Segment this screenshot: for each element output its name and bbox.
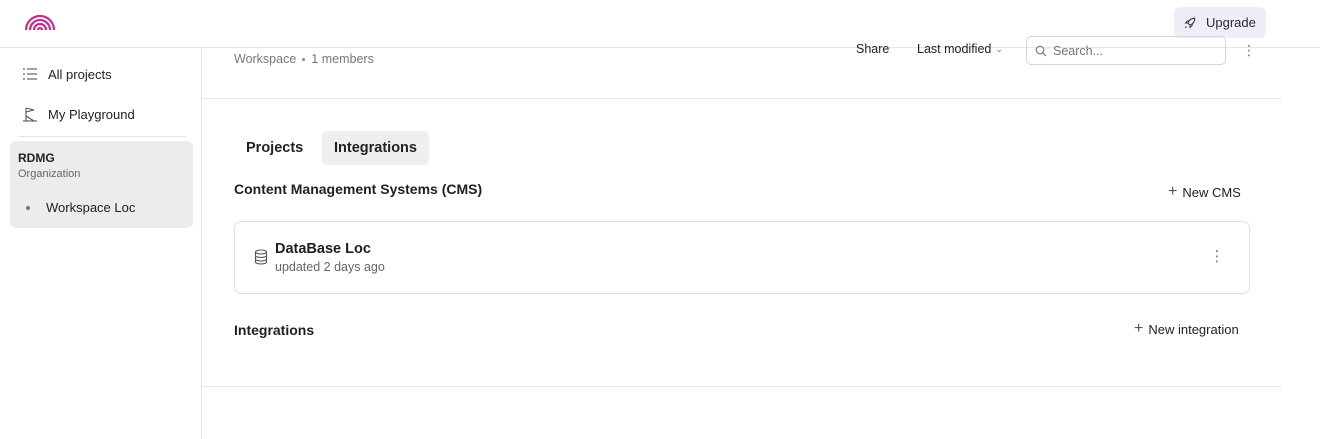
rocket-icon [1184,17,1196,28]
playground-icon [23,107,37,122]
sort-dropdown[interactable]: Last modified ⌄ [917,42,1003,56]
workspace-item[interactable]: Workspace Loc [26,200,135,215]
workspace-type: Workspace [234,52,297,66]
sidebar-item-all-projects[interactable]: All projects [10,58,192,90]
sidebar-divider [18,136,186,137]
cms-name: DataBase Loc [275,241,371,257]
cms-card[interactable]: DataBase Loc updated 2 days ago ⋮ [234,221,1250,294]
plus-icon: + [1168,183,1178,200]
workspace-meta: Workspace 1 members [234,52,374,66]
workspace-header: Workspace 1 members Share Last modified … [202,36,1282,99]
tab-integrations[interactable]: Integrations [322,131,429,165]
cms-updated: updated 2 days ago [275,260,385,274]
separator-dot [302,57,306,61]
more-options-icon[interactable]: ⋮ [1242,42,1256,59]
chevron-down-icon: ⌄ [995,43,1003,54]
rainbow-logo-icon[interactable] [24,12,56,32]
org-name: RDMG [18,151,55,165]
plus-icon: + [1134,320,1144,337]
sidebar-item-label: My Playground [48,106,135,122]
organization-panel: RDMG Organization Workspace Loc [10,141,193,228]
sidebar: All projects My Playground RDMG Organiza… [0,48,202,439]
sidebar-item-my-playground[interactable]: My Playground [10,98,192,130]
org-type: Organization [18,168,81,180]
upgrade-button[interactable]: Upgrade [1174,7,1266,38]
sidebar-item-label: All projects [48,66,112,82]
workspace-name: Workspace Loc [46,200,136,215]
sort-label: Last modified [917,42,992,56]
new-integration-button[interactable]: + New integration [1134,321,1239,337]
new-integration-label: New integration [1148,321,1239,337]
cms-section-title: Content Management Systems (CMS) [234,181,483,197]
tab-projects[interactable]: Projects [234,131,315,165]
database-icon [254,249,268,265]
divider [202,386,1282,387]
more-options-icon[interactable]: ⋮ [1209,247,1225,265]
new-cms-label: New CMS [1182,184,1241,200]
members-count: 1 members [311,52,374,66]
bullet-icon [26,205,30,210]
new-cms-button[interactable]: + New CMS [1168,184,1241,200]
search-field[interactable] [1026,36,1226,65]
upgrade-label: Upgrade [1206,15,1256,30]
integrations-section-title: Integrations [234,322,315,338]
share-button[interactable]: Share [856,42,889,56]
list-icon [23,68,37,80]
search-input[interactable] [1053,43,1213,58]
search-icon [1035,45,1047,56]
